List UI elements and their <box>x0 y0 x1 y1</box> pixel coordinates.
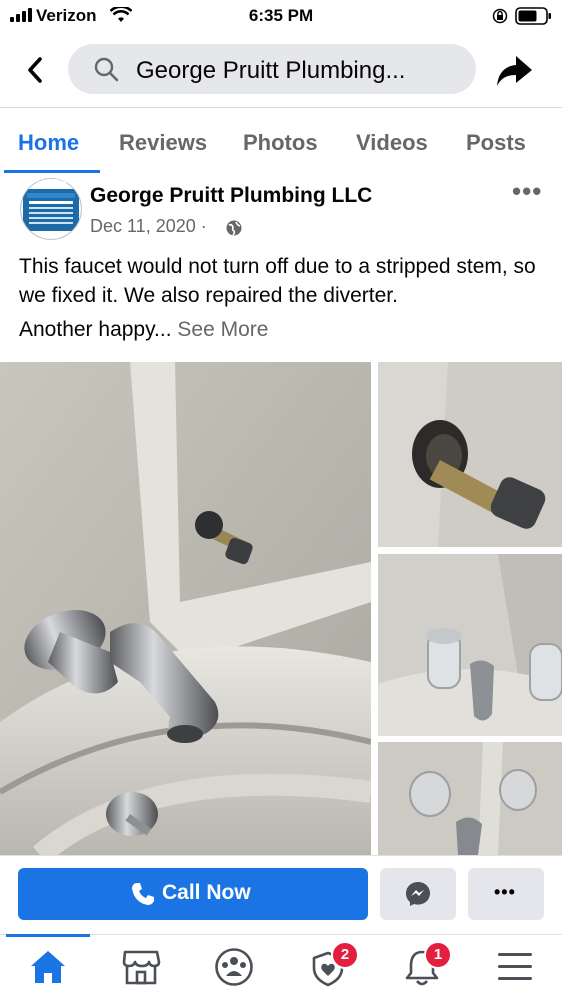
call-now-label[interactable]: Call Now <box>162 881 251 905</box>
search-icon <box>94 57 119 82</box>
post-options-icon[interactable]: ••• <box>512 176 542 207</box>
see-more-link[interactable]: See More <box>177 318 268 341</box>
post-text-truncated: Another happy... <box>19 318 172 341</box>
post-photo-faucet[interactable] <box>378 742 562 855</box>
post-date[interactable]: Dec 11, 2020 · <box>90 216 207 237</box>
post-photo-main[interactable] <box>0 362 371 855</box>
post-text: This faucet would not turn off due to a … <box>19 255 536 307</box>
page-name[interactable]: George Pruitt Plumbing LLC <box>90 184 372 208</box>
tab-photos[interactable]: Photos <box>243 130 318 156</box>
status-bar: Verizon 6:35 PM <box>0 0 562 32</box>
orientation-lock-icon <box>492 8 508 24</box>
tab-posts[interactable]: Posts <box>466 130 526 156</box>
post-photo-stem[interactable] <box>378 362 562 547</box>
back-icon[interactable] <box>18 50 54 90</box>
notifications-badge: 1 <box>424 941 452 969</box>
action-bar-divider <box>0 855 562 856</box>
more-icon: ••• <box>494 882 516 902</box>
tab-home[interactable]: Home <box>18 130 79 156</box>
active-tab-indicator <box>4 170 100 173</box>
messenger-icon <box>406 882 430 906</box>
post-text-continued: Another happy... See More <box>19 318 268 342</box>
tab-reviews[interactable]: Reviews <box>119 130 207 156</box>
menu-icon[interactable] <box>496 950 534 984</box>
phone-icon <box>132 883 154 905</box>
share-icon[interactable] <box>494 50 534 90</box>
active-nav-indicator <box>6 934 90 937</box>
search-query[interactable]: George Pruitt Plumbing... <box>136 57 405 85</box>
marketplace-icon[interactable] <box>121 948 161 986</box>
page-avatar[interactable] <box>20 178 82 240</box>
clock: 6:35 PM <box>248 6 314 25</box>
post-photo-handles[interactable] <box>378 554 562 736</box>
groups-icon[interactable] <box>214 947 254 987</box>
tab-videos[interactable]: Videos <box>356 130 428 156</box>
dating-badge: 2 <box>331 941 359 969</box>
avatar-logo <box>21 179 81 239</box>
header-divider <box>0 107 562 108</box>
battery-icon <box>515 7 551 25</box>
globe-icon <box>226 220 242 236</box>
home-icon[interactable] <box>28 948 68 986</box>
avatar-text: PLUMBING <box>32 179 74 186</box>
